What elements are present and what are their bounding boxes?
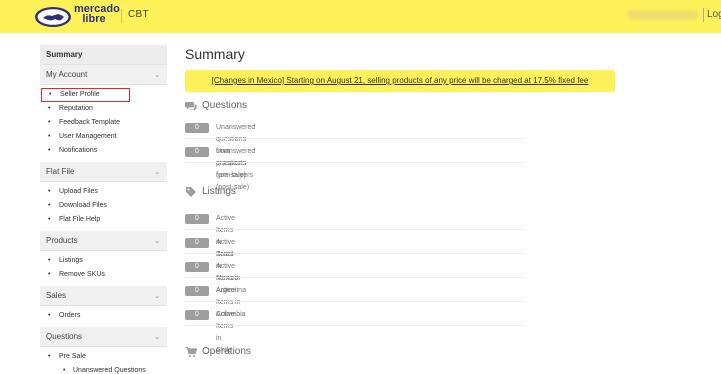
chevron-down-icon: ⌄ [154,169,160,176]
count-badge: 0 [185,310,209,320]
questions-section: Questions 0 Unanswered questions from pr… [185,99,525,191]
tag-icon [186,187,196,197]
sidebar-item-listings[interactable]: Listings [40,254,167,268]
sales-list: Orders [40,306,167,327]
row-divider [185,162,525,163]
sidebar-section-label: Sales [46,291,67,300]
login-link[interactable]: Log [707,9,721,20]
listing-row-colombia[interactable]: 0 Active Items in Colombia [185,282,525,318]
sidebar: Summary My Account ⌄ Seller Profile Repu… [40,45,167,374]
sidebar-section-questions[interactable]: Questions ⌄ [40,327,167,347]
sidebar-item-notifications[interactable]: Notifications [40,144,167,158]
chevron-down-icon: ⌄ [154,72,160,79]
sidebar-section-label: My Account [46,70,88,79]
operations-section: Operations [185,345,251,359]
products-list: Listings Remove SKUs [40,251,167,286]
row-divider [185,229,525,230]
sidebar-item-remove-skus[interactable]: Remove SKUs [40,268,167,282]
count-badge: 0 [185,123,209,133]
operations-heading: Operations [185,345,251,359]
sidebar-item-unanswered-questions[interactable]: Unanswered Questions [40,364,167,374]
operations-heading-label: Operations [202,346,251,357]
sidebar-item-seller-profile[interactable]: Seller Profile [41,88,130,102]
chevron-down-icon: ⌄ [154,334,160,341]
sidebar-section-label: Questions [46,332,83,341]
cart-icon [185,346,197,357]
notice-link[interactable]: [Changes in Mexico] Starting on August 2… [212,76,589,85]
questions-list: Pre Sale Unanswered Questions [40,347,167,374]
handshake-logo-icon [35,7,71,27]
row-divider [185,277,525,278]
question-row-pre-sale[interactable]: 0 Unanswered questions from prospects (p… [185,119,525,179]
row-divider [185,253,525,254]
page-title: Summary [185,46,245,62]
sidebar-section-my-account[interactable]: My Account ⌄ [40,65,167,85]
listing-row-chile[interactable]: 0 Active Items in Chile [185,306,525,354]
row-divider [185,301,525,302]
sidebar-section-label: Flat File [46,167,75,176]
site-label: CBT [128,9,149,20]
mercadolibre-logo[interactable]: mercado libre [34,3,120,29]
listings-section: Listings 0 Active Items in Brazil 0 Acti… [185,185,525,354]
login-divider [703,8,704,22]
sidebar-item-download-files[interactable]: Download Files [40,199,167,213]
count-badge: 0 [185,238,209,248]
sidebar-section-sales[interactable]: Sales ⌄ [40,286,167,306]
questions-heading-label: Questions [202,100,248,111]
sidebar-item-orders[interactable]: Orders [40,309,167,323]
listing-row-argentina[interactable]: 0 Active Items in Argentina [185,258,525,294]
row-divider [185,138,525,139]
listing-row-brazil[interactable]: 0 Active Items in Brazil [185,210,525,258]
sidebar-section-products[interactable]: Products ⌄ [40,231,167,251]
logo-divider [121,9,122,23]
row-divider [185,325,525,326]
sidebar-item-upload-files[interactable]: Upload Files [40,185,167,199]
my-account-list: Seller Profile Reputation Feedback Templ… [40,85,167,162]
flat-file-list: Upload Files Download Files Flat File He… [40,182,167,231]
top-bar: mercado libre CBT Log [0,0,721,33]
questions-heading: Questions [185,99,247,113]
listing-row-mexico[interactable]: 0 Active Items in Mexico [185,234,525,282]
notice-banner: [Changes in Mexico] Starting on August 2… [185,70,615,92]
sidebar-section-flat-file[interactable]: Flat File ⌄ [40,162,167,182]
logo-wordmark: mercado libre [74,3,120,25]
listings-heading-label: Listings [202,186,236,197]
count-badge: 0 [185,262,209,272]
sidebar-item-reputation[interactable]: Reputation [40,102,167,116]
chevron-down-icon: ⌄ [154,238,160,245]
listings-heading: Listings [185,185,236,199]
sidebar-item-user-management[interactable]: User Management [40,130,167,144]
count-badge: 0 [185,214,209,224]
sidebar-item-feedback-template[interactable]: Feedback Template [40,116,167,130]
sidebar-item-pre-sale[interactable]: Pre Sale [40,350,167,364]
count-badge: 0 [185,286,209,296]
count-badge: 0 [185,147,209,157]
sidebar-item-flat-file-help[interactable]: Flat File Help [40,213,167,227]
question-row-post-sale[interactable]: 0 Unanswered questions from buyers (post… [185,143,525,191]
chat-bubbles-icon [185,102,197,111]
chevron-down-icon: ⌄ [154,293,160,300]
sidebar-section-label: Products [46,236,78,245]
sidebar-summary[interactable]: Summary [40,45,167,65]
blurred-username [628,10,698,20]
